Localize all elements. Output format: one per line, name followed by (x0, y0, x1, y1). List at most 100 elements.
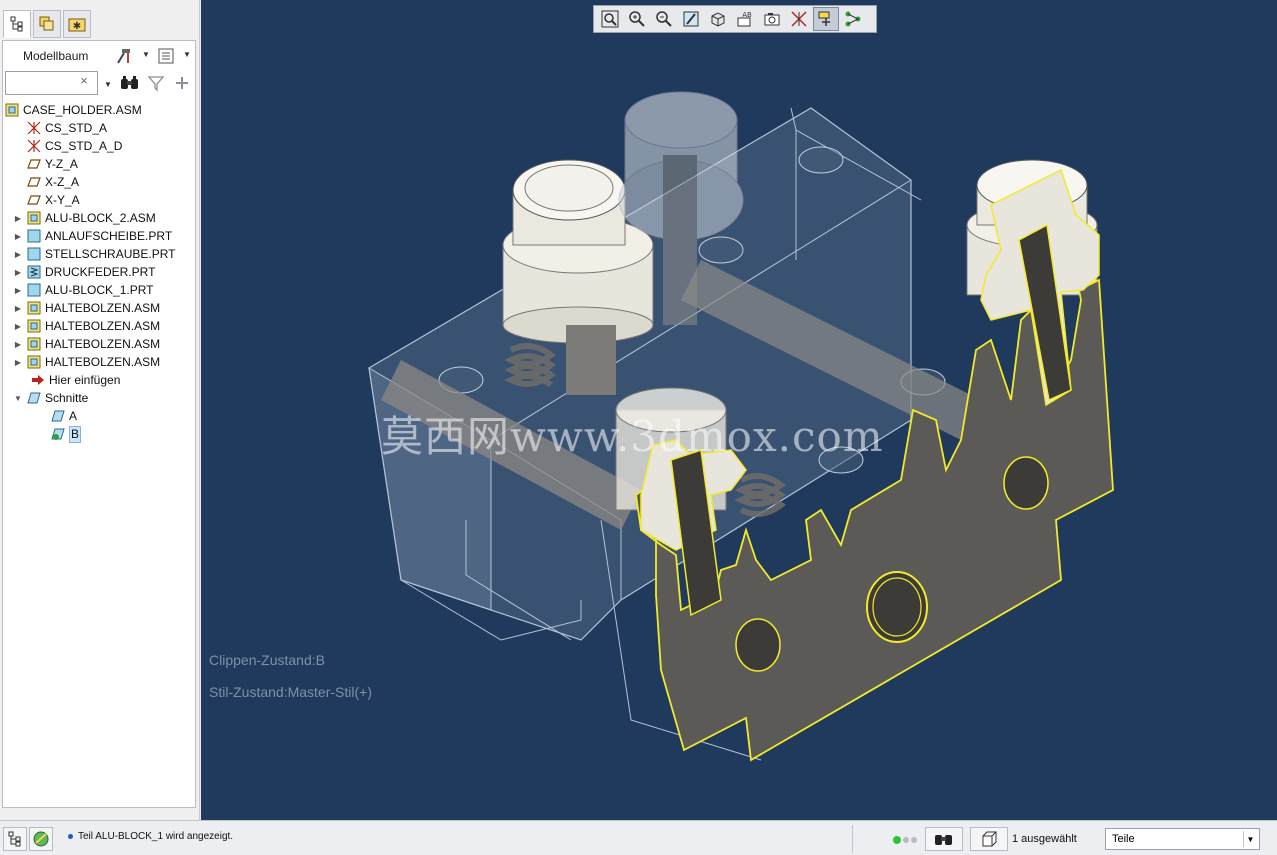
zoom-in-button[interactable] (624, 7, 650, 31)
annotation-display-button[interactable] (840, 7, 866, 31)
saved-orientations-button[interactable]: AB (732, 7, 758, 31)
binoculars-icon (935, 835, 952, 845)
tree-item-cs-std-a-d[interactable]: CS_STD_A_D (3, 137, 195, 155)
tree-item-stellschraube[interactable]: ▶ STELLSCHRAUBE.PRT (3, 245, 195, 263)
expand-arrow-icon[interactable]: ▶ (13, 358, 23, 367)
tree-item-label: Hier einfügen (49, 372, 121, 387)
tree-item-schnitte[interactable]: ▼ Schnitte (3, 389, 195, 407)
svg-text:AB: AB (742, 11, 752, 19)
svg-text:✱: ✱ (73, 21, 81, 32)
tree-item-label: A (69, 408, 78, 423)
datum-display-button[interactable] (786, 7, 812, 31)
chevron-down-icon[interactable]: ▼ (183, 50, 191, 59)
display-style-button[interactable] (705, 7, 731, 31)
tree-item-label: STELLSCHRAUBE.PRT (45, 246, 176, 261)
expand-arrow-icon[interactable]: ▶ (13, 214, 23, 223)
expand-arrow-icon[interactable]: ▶ (13, 304, 23, 313)
zoom-in-icon (629, 11, 645, 27)
tab-model-tree[interactable] (3, 10, 31, 38)
tree-item-case-holder[interactable]: CASE_HOLDER.ASM (3, 101, 195, 119)
tree-item-haltebolzen[interactable]: ▶ HALTEBOLZEN.ASM (3, 353, 195, 371)
tree-item-x-z-a[interactable]: X-Z_A (3, 173, 195, 191)
tree-item-section-b[interactable]: B (3, 425, 195, 443)
clip-state-label: Clippen-Zustand:B (209, 652, 325, 668)
expand-arrow-icon[interactable]: ▶ (13, 340, 23, 349)
tab-favorites[interactable]: ✱ (63, 10, 91, 38)
tree-item-haltebolzen[interactable]: ▶ HALTEBOLZEN.ASM (3, 299, 195, 317)
repaint-button[interactable] (678, 7, 704, 31)
saved-orientations-icon: AB (737, 11, 752, 27)
chevron-down-icon[interactable]: ▼ (1243, 831, 1257, 847)
graphics-viewport[interactable]: AB 莫西网www.3dmox.com Clippen-Zustand:B St… (201, 0, 1277, 820)
tree-item-label: ALU-BLOCK_2.ASM (45, 210, 156, 225)
tree-item-haltebolzen[interactable]: ▶ HALTEBOLZEN.ASM (3, 317, 195, 335)
tree-item-x-y-a[interactable]: X-Y_A (3, 191, 195, 209)
spin-center-button[interactable] (813, 7, 839, 31)
tree-item-insert-here[interactable]: Hier einfügen (3, 371, 195, 389)
expand-arrow-icon[interactable]: ▶ (13, 250, 23, 259)
refit-button[interactable] (597, 7, 623, 31)
tree-item-cs-std-a[interactable]: CS_STD_A (3, 119, 195, 137)
part-icon (27, 283, 41, 297)
regen-status-green-icon (893, 836, 901, 844)
assembly-icon (27, 211, 41, 225)
tree-title: Modellbaum (23, 49, 89, 63)
zoom-out-icon (656, 11, 672, 27)
expand-arrow-icon[interactable]: ▶ (13, 232, 23, 241)
selection-filter-value: Teile (1112, 833, 1135, 845)
datum-plane-icon (27, 175, 41, 189)
tree-item-label: CS_STD_A_D (45, 138, 123, 153)
tree-settings-button[interactable] (113, 45, 135, 67)
panel-tabs: ✱ (0, 0, 200, 40)
section-plane-active-icon (51, 427, 65, 441)
tree-item-druckfeder[interactable]: ▶ DRUCKFEDER.PRT (3, 263, 195, 281)
add-column-button[interactable] (173, 74, 191, 95)
tree-item-label: ANLAUFSCHEIBE.PRT (45, 228, 173, 243)
toggle-browser-button[interactable] (29, 827, 53, 851)
tree-item-label: CASE_HOLDER.ASM (23, 102, 142, 117)
annotation-display-icon (845, 11, 861, 27)
box-select-icon (982, 831, 997, 847)
tree-item-y-z-a[interactable]: Y-Z_A (3, 155, 195, 173)
filter-button[interactable] (147, 74, 165, 95)
message-bullet-icon (68, 834, 73, 839)
datum-display-icon (791, 11, 807, 27)
expand-arrow-icon[interactable]: ▶ (13, 322, 23, 331)
show-menu-button[interactable] (155, 45, 177, 67)
assembly-icon (5, 103, 19, 117)
selection-filter-select[interactable]: Teile ▼ (1105, 828, 1260, 850)
assembly-icon (27, 355, 41, 369)
tree-item-haltebolzen[interactable]: ▶ HALTEBOLZEN.ASM (3, 335, 195, 353)
expand-arrow-icon[interactable]: ▶ (13, 286, 23, 295)
coordinate-system-icon (27, 121, 41, 135)
watermark: 莫西网www.3dmox.com (381, 412, 884, 461)
tree-item-label: Y-Z_A (45, 156, 78, 171)
status-message: Teil ALU-BLOCK_1 wird angezeigt. (78, 831, 234, 842)
chevron-down-icon[interactable]: ▼ (142, 50, 150, 59)
chevron-down-icon[interactable]: ▼ (104, 80, 112, 89)
clear-icon[interactable]: × (77, 73, 91, 88)
view-manager-button[interactable] (759, 7, 785, 31)
selection-button[interactable] (970, 827, 1008, 851)
tree-item-section-a[interactable]: A (3, 407, 195, 425)
style-state-label: Stil-Zustand:Master-Stil(+) (209, 684, 372, 700)
coordinate-system-icon (27, 139, 41, 153)
tree-item-alu-block-1[interactable]: ▶ ALU-BLOCK_1.PRT (3, 281, 195, 299)
tree-item-anlaufscheibe[interactable]: ▶ ANLAUFSCHEIBE.PRT (3, 227, 195, 245)
datum-plane-icon (27, 193, 41, 207)
expand-arrow-icon[interactable]: ▶ (13, 268, 23, 277)
model-tree: CASE_HOLDER.ASM CS_STD_A CS_STD_A_D Y-Z_… (3, 101, 195, 443)
assembly-icon (27, 319, 41, 333)
zoom-out-button[interactable] (651, 7, 677, 31)
collapse-arrow-icon[interactable]: ▼ (13, 394, 23, 403)
toggle-navigator-button[interactable] (3, 827, 27, 851)
find-button[interactable] (925, 827, 963, 851)
tab-layers[interactable] (33, 10, 61, 38)
find-button[interactable] (120, 74, 140, 95)
refit-icon (601, 10, 619, 28)
selection-count: 1 ausgewählt (1012, 833, 1077, 845)
assembly-icon (27, 301, 41, 315)
tree-item-label: DRUCKFEDER.PRT (45, 264, 156, 279)
list-icon (158, 48, 174, 64)
tree-item-alu-block-2[interactable]: ▶ ALU-BLOCK_2.ASM (3, 209, 195, 227)
